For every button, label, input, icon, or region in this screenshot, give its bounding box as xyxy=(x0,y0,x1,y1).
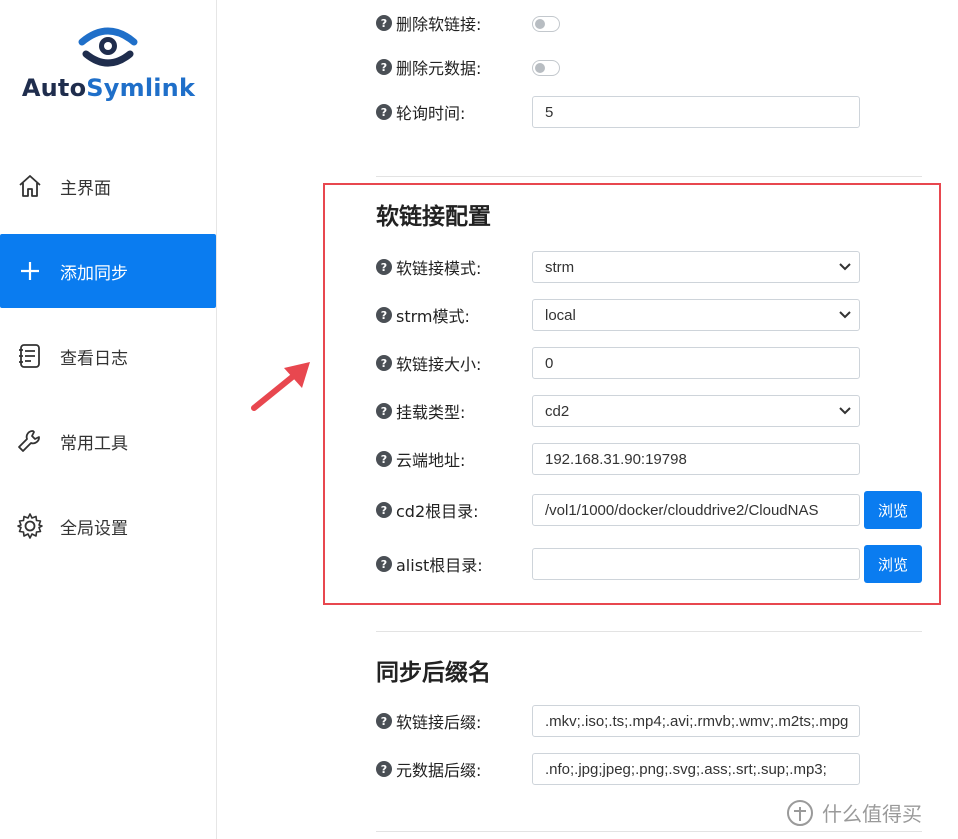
mount-type-label: 挂载类型: xyxy=(396,403,466,422)
app-name-part2: Symlink xyxy=(86,74,196,102)
delete-symlink-label: 删除软链接: xyxy=(396,15,482,34)
toggle-knob xyxy=(535,19,545,29)
metadata-suffix-label: 元数据后缀: xyxy=(396,761,482,780)
wrench-icon xyxy=(16,427,44,455)
sidebar-item-logs[interactable]: 查看日志 xyxy=(0,319,216,393)
sidebar-item-label: 主界面 xyxy=(60,178,111,199)
delete-metadata-toggle[interactable] xyxy=(532,60,560,76)
symlink-mode-label: 软链接模式: xyxy=(396,259,482,278)
watermark: 什么值得买 xyxy=(786,798,922,827)
select-value: strm xyxy=(545,258,575,276)
cloud-addr-input[interactable]: 192.168.31.90:19798 xyxy=(532,443,860,475)
symlink-size-label: 软链接大小: xyxy=(396,355,482,374)
delete-symlink-row: ? 删除软链接: xyxy=(376,7,481,39)
strm-mode-label: strm模式: xyxy=(396,307,470,326)
strm-mode-row: ? strm模式: xyxy=(376,299,470,331)
select-value: cd2 xyxy=(545,402,570,420)
select-value: local xyxy=(545,306,576,324)
help-icon[interactable]: ? xyxy=(376,15,392,31)
poll-time-input[interactable]: 5 xyxy=(532,96,860,128)
delete-symlink-toggle[interactable] xyxy=(532,16,560,32)
highlight-box xyxy=(323,183,941,605)
cd2-root-input[interactable]: /vol1/1000/docker/clouddrive2/CloudNAS xyxy=(532,494,860,526)
mount-type-select[interactable]: cd2 xyxy=(532,395,860,427)
help-icon[interactable]: ? xyxy=(376,259,392,275)
help-icon[interactable]: ? xyxy=(376,761,392,777)
cd2-root-label: cd2根目录: xyxy=(396,502,479,521)
symlink-size-input[interactable]: 0 xyxy=(532,347,860,379)
log-icon xyxy=(16,342,44,370)
strm-mode-select[interactable]: local xyxy=(532,299,860,331)
sidebar-item-label: 全局设置 xyxy=(60,518,128,539)
symlink-mode-select[interactable]: strm xyxy=(532,251,860,283)
app-name-part1: Auto xyxy=(21,74,87,102)
sidebar-item-add-sync[interactable]: 添加同步 xyxy=(0,234,216,308)
app-logo: AutoSymlink xyxy=(0,18,217,108)
cd2-root-row: ? cd2根目录: xyxy=(376,494,479,526)
cd2-root-browse-button[interactable]: 浏览 xyxy=(864,491,922,529)
cloud-addr-label: 云端地址: xyxy=(396,451,466,470)
poll-time-row: ? 轮询时间: xyxy=(376,96,465,128)
alist-root-row: ? alist根目录: xyxy=(376,548,483,580)
sidebar: AutoSymlink 主界面 添加同步 查看日志 常用工具 全局设置 xyxy=(0,0,217,839)
toggle-knob xyxy=(535,63,545,73)
app-name: AutoSymlink xyxy=(0,74,217,102)
symlink-config-title: 软链接配置 xyxy=(376,204,491,230)
watermark-logo-icon xyxy=(787,799,813,826)
sidebar-item-label: 常用工具 xyxy=(60,433,128,454)
section-divider xyxy=(376,831,922,832)
help-icon[interactable]: ? xyxy=(376,307,392,323)
symlink-suffix-label: 软链接后缀: xyxy=(396,713,482,732)
help-icon[interactable]: ? xyxy=(376,104,392,120)
symlink-size-row: ? 软链接大小: xyxy=(376,347,481,379)
alist-root-browse-button[interactable]: 浏览 xyxy=(864,545,922,583)
plus-icon xyxy=(16,257,44,285)
help-icon[interactable]: ? xyxy=(376,59,392,75)
annotation-arrow-icon xyxy=(251,362,310,411)
sync-suffix-title: 同步后缀名 xyxy=(376,660,491,686)
sidebar-item-tools[interactable]: 常用工具 xyxy=(0,404,216,478)
logo-mark-icon xyxy=(78,27,138,67)
metadata-suffix-row: ? 元数据后缀: xyxy=(376,753,481,785)
help-icon[interactable]: ? xyxy=(376,355,392,371)
metadata-suffix-input[interactable]: .nfo;.jpg;jpeg;.png;.svg;.ass;.srt;.sup;… xyxy=(532,753,860,785)
symlink-mode-row: ? 软链接模式: xyxy=(376,251,481,283)
delete-metadata-row: ? 删除元数据: xyxy=(376,51,481,83)
sidebar-item-label: 添加同步 xyxy=(60,263,128,284)
section-divider xyxy=(376,631,922,632)
watermark-text: 什么值得买 xyxy=(822,802,922,826)
help-icon[interactable]: ? xyxy=(376,403,392,419)
section-divider xyxy=(376,176,922,177)
home-icon xyxy=(16,172,44,200)
poll-time-label: 轮询时间: xyxy=(396,104,466,123)
help-icon[interactable]: ? xyxy=(376,556,392,572)
help-icon[interactable]: ? xyxy=(376,451,392,467)
symlink-suffix-row: ? 软链接后缀: xyxy=(376,705,481,737)
help-icon[interactable]: ? xyxy=(376,502,392,518)
main-content: ? 删除软链接: ? 删除元数据: ? 轮询时间: 5 软链接配置 ? 软链接模… xyxy=(218,0,958,839)
sidebar-item-label: 查看日志 xyxy=(60,348,128,369)
chevron-down-icon xyxy=(839,407,851,415)
symlink-suffix-input[interactable]: .mkv;.iso;.ts;.mp4;.avi;.rmvb;.wmv;.m2ts… xyxy=(532,705,860,737)
sidebar-item-home[interactable]: 主界面 xyxy=(0,149,216,223)
chevron-down-icon xyxy=(839,311,851,319)
gear-icon xyxy=(16,512,44,540)
sidebar-item-settings[interactable]: 全局设置 xyxy=(0,489,216,563)
alist-root-label: alist根目录: xyxy=(396,556,483,575)
delete-metadata-label: 删除元数据: xyxy=(396,59,482,78)
chevron-down-icon xyxy=(839,263,851,271)
alist-root-input[interactable] xyxy=(532,548,860,580)
help-icon[interactable]: ? xyxy=(376,713,392,729)
mount-type-row: ? 挂载类型: xyxy=(376,395,465,427)
cloud-addr-row: ? 云端地址: xyxy=(376,443,465,475)
